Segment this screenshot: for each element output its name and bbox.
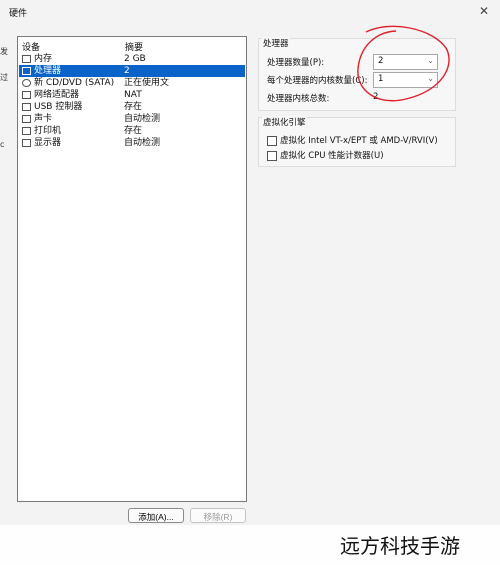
processor-count-value: 2 — [378, 56, 384, 66]
device-column-header: 设备 — [22, 43, 41, 53]
remove-device-button[interactable]: 移除(R) — [190, 508, 246, 523]
device-summary: 正在使用文 — [124, 78, 170, 88]
device-summary: 自动检测 — [124, 114, 161, 124]
background-fragment-1: 发 — [0, 47, 8, 56]
x-close-icon[interactable]: ✕ — [476, 3, 492, 19]
intel-vtx-label: 虚拟化 Intel VT-x/EPT 或 AMD-V/RVI(V) — [280, 136, 438, 146]
device-row-sound[interactable]: 声卡 自动检测 — [19, 113, 245, 125]
background-fragment-2: 过 — [0, 73, 8, 82]
background-fragments: 发 过 c — [0, 36, 10, 166]
usb-icon — [22, 103, 31, 111]
total-cores-label: 处理器内核总数: — [267, 94, 330, 104]
device-name: 处理器 — [34, 66, 62, 76]
processor-icon — [22, 67, 31, 75]
processor-group-title: 处理器 — [262, 37, 290, 49]
site-watermark: 远方科技手游 — [340, 534, 460, 558]
memory-icon — [22, 55, 31, 63]
processor-settings-group: 处理器 处理器数量(P): 2 ⌄ 每个处理器的内核数量(C): 1 ⌄ 处理器… — [258, 37, 456, 111]
device-row-display[interactable]: 显示器 自动检测 — [19, 137, 245, 149]
display-icon — [22, 139, 31, 147]
device-name: 打印机 — [34, 126, 62, 136]
background-fragment-3: c — [0, 140, 5, 149]
device-list-panel: 设备 摘要 内存 2 GB 处理器 2 新 CD/DVD (SATA) 正在使用… — [17, 36, 247, 502]
intel-vtx-checkbox[interactable] — [267, 136, 277, 146]
device-list-header: 设备 摘要 — [22, 40, 242, 53]
title-bar: 硬件 ✕ — [0, 0, 500, 26]
add-device-button[interactable]: 添加(A)... — [128, 508, 184, 523]
virtualization-group-title: 虚拟化引擎 — [262, 116, 307, 128]
device-row-network[interactable]: 网络适配器 NAT — [19, 89, 245, 101]
device-row-memory[interactable]: 内存 2 GB — [19, 53, 245, 65]
device-name: 新 CD/DVD (SATA) — [34, 78, 115, 88]
hardware-dialog: 硬件 ✕ 发 过 c 设备 摘要 内存 2 GB 处理器 2 新 CD/DVD … — [0, 0, 500, 565]
device-row-cd-dvd[interactable]: 新 CD/DVD (SATA) 正在使用文 — [19, 77, 245, 89]
total-cores-value: 2 — [373, 92, 379, 102]
network-icon — [22, 91, 31, 99]
device-row-usb[interactable]: USB 控制器 存在 — [19, 101, 245, 113]
sound-icon — [22, 115, 31, 123]
device-name: 显示器 — [34, 138, 62, 148]
device-summary: 自动检测 — [124, 138, 161, 148]
cd-icon — [22, 79, 31, 87]
device-name: 声卡 — [34, 114, 53, 124]
dialog-title: 硬件 — [9, 9, 28, 19]
summary-column-header: 摘要 — [125, 43, 144, 53]
chevron-down-icon: ⌄ — [427, 56, 434, 65]
processor-count-label: 处理器数量(P): — [267, 58, 325, 68]
virtualization-engine-group: 虚拟化引擎 虚拟化 Intel VT-x/EPT 或 AMD-V/RVI(V) … — [258, 116, 456, 167]
device-row-printer[interactable]: 打印机 存在 — [19, 125, 245, 137]
chevron-down-icon: ⌄ — [427, 74, 434, 83]
cores-per-processor-label: 每个处理器的内核数量(C): — [267, 76, 368, 86]
device-summary: 2 — [124, 66, 130, 76]
cores-per-processor-value: 1 — [378, 74, 384, 84]
printer-icon — [22, 127, 31, 135]
device-summary: 2 GB — [124, 54, 146, 64]
device-row-processor[interactable]: 处理器 2 — [19, 65, 245, 77]
cores-per-processor-select[interactable]: 1 ⌄ — [373, 72, 438, 88]
device-summary: NAT — [124, 90, 142, 100]
device-summary: 存在 — [124, 126, 143, 136]
device-name: USB 控制器 — [34, 102, 83, 112]
device-summary: 存在 — [124, 102, 143, 112]
processor-count-select[interactable]: 2 ⌄ — [373, 54, 438, 70]
device-name: 内存 — [34, 54, 53, 64]
cpu-performance-checkbox[interactable] — [267, 151, 277, 161]
cpu-performance-label: 虚拟化 CPU 性能计数器(U) — [280, 151, 384, 161]
device-name: 网络适配器 — [34, 90, 80, 100]
